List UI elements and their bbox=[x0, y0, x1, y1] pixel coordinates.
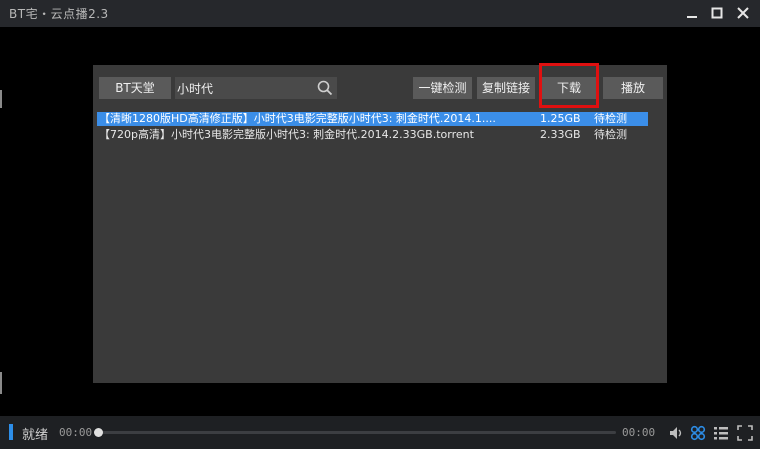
close-icon[interactable] bbox=[735, 5, 751, 21]
progress-knob[interactable] bbox=[94, 428, 103, 437]
download-highlight-box bbox=[539, 63, 599, 108]
time-total: 00:00 bbox=[622, 426, 656, 439]
maximize-icon[interactable] bbox=[709, 5, 725, 21]
file-row[interactable]: 【清晰1280版HD高清修正版】小时代3电影完整版小时代3: 刺金时代.2014… bbox=[97, 112, 648, 126]
file-name: 【720p高清】小时代3电影完整版小时代3: 刺金时代.2014.2.33GB.… bbox=[99, 128, 474, 141]
list-view-icon[interactable] bbox=[713, 425, 729, 441]
file-name: 【清晰1280版HD高清修正版】小时代3电影完整版小时代3: 刺金时代.2014… bbox=[99, 112, 496, 125]
window-title: BT宅・云点播2.3 bbox=[9, 7, 109, 21]
volume-icon[interactable] bbox=[668, 425, 684, 441]
file-size: 2.33GB bbox=[540, 128, 581, 141]
file-size: 1.25GB bbox=[540, 112, 581, 125]
file-status: 待检测 bbox=[594, 112, 627, 125]
search-box bbox=[175, 77, 337, 99]
time-current: 00:00 bbox=[59, 426, 93, 439]
title-bar: BT宅・云点播2.3 bbox=[0, 0, 760, 27]
player-status: 就绪 bbox=[22, 428, 49, 443]
progress-track[interactable] bbox=[98, 431, 616, 434]
grid-view-icon[interactable] bbox=[690, 425, 706, 441]
copy-link-button[interactable]: 复制链接 bbox=[477, 77, 535, 99]
fullscreen-icon[interactable] bbox=[737, 425, 753, 441]
check-all-button[interactable]: 一键检测 bbox=[413, 77, 472, 99]
minimize-icon[interactable] bbox=[684, 5, 700, 21]
file-status: 待检测 bbox=[594, 128, 627, 141]
search-input[interactable] bbox=[177, 77, 307, 99]
file-row[interactable]: 【720p高清】小时代3电影完整版小时代3: 刺金时代.2014.2.33GB.… bbox=[97, 128, 648, 142]
bt-heaven-button[interactable]: BT天堂 bbox=[99, 77, 171, 99]
play-button[interactable]: 播放 bbox=[603, 77, 663, 99]
left-edge-marker bbox=[0, 90, 2, 108]
left-edge-marker bbox=[0, 372, 2, 394]
search-icon[interactable] bbox=[317, 80, 333, 96]
status-accent bbox=[9, 424, 13, 440]
